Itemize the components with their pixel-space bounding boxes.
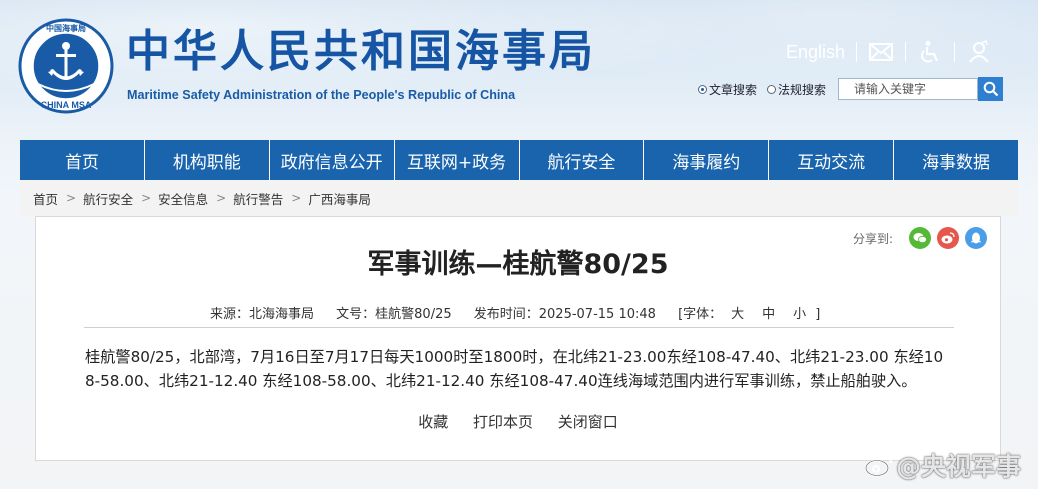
watermark-text: @央视军事: [896, 452, 1022, 481]
article-publish-time: 发布时间：2025-07-15 10:48: [473, 307, 656, 322]
breadcrumb-item[interactable]: 首页: [33, 189, 58, 208]
font-size-close: ]: [815, 307, 821, 322]
search-option-article-label: 文章搜索: [709, 82, 758, 97]
chevron-right-icon: >: [66, 191, 77, 205]
nav-item-gov-info[interactable]: 政府信息公开: [270, 140, 395, 180]
article-meta: 来源：北海海事局 文号：桂航警80/25 发布时间：2025-07-15 10:…: [210, 303, 820, 322]
chevron-right-icon: >: [216, 191, 227, 205]
article-container: 分享到: 军事训练—桂航警80/25 来源：北海海事局 文号：桂航警80/25 …: [35, 216, 1001, 461]
breadcrumb-item[interactable]: 安全信息: [158, 189, 208, 208]
search-option-law-label: 法规搜索: [778, 82, 827, 97]
chevron-right-icon: >: [141, 191, 152, 205]
watermark: @央视军事: [864, 446, 1021, 484]
site-subtitle: Maritime Safety Administration of the Pe…: [127, 88, 516, 102]
main-nav: 首页 机构职能 政府信息公开 互联网+政务 航行安全 海事履约 互动交流 海事数…: [20, 140, 1018, 180]
search-option-article[interactable]: 文章搜索: [698, 81, 757, 98]
weibo-watermark-icon: [865, 455, 892, 477]
breadcrumb-item[interactable]: 航行安全: [83, 189, 133, 208]
header-banner: CHINA MSA 中国海事局 中华人民共和国海事局 Maritime Safe…: [0, 0, 1038, 138]
article-doc-number: 文号：桂航警80/25: [336, 307, 452, 322]
search-option-law[interactable]: 法规搜索: [767, 81, 826, 98]
close-window-button[interactable]: 关闭窗口: [558, 413, 618, 431]
article-source: 来源：北海海事局: [210, 307, 315, 322]
tool-separator: [954, 42, 956, 62]
share-label: 分享到:: [852, 231, 893, 246]
search-bar: 文章搜索 法规搜索: [698, 77, 1004, 101]
nav-item-home[interactable]: 首页: [20, 140, 145, 180]
nav-item-functions[interactable]: 机构职能: [145, 140, 270, 180]
english-link[interactable]: English: [786, 42, 845, 63]
nav-item-data[interactable]: 海事数据: [894, 140, 1018, 180]
msa-logo[interactable]: CHINA MSA 中国海事局: [18, 18, 114, 114]
breadcrumb: 首页 > 航行安全 > 安全信息 > 航行警告 > 广西海事局: [20, 180, 1018, 216]
svg-text:中国海事局: 中国海事局: [46, 23, 86, 33]
mail-icon[interactable]: [868, 40, 894, 64]
top-tools: English: [786, 38, 992, 66]
accessibility-icon[interactable]: [917, 40, 943, 64]
nav-item-interaction[interactable]: 互动交流: [769, 140, 895, 180]
font-size-medium[interactable]: 中: [762, 307, 775, 322]
nav-item-internet-gov[interactable]: 互联网+政务: [395, 140, 520, 180]
search-button[interactable]: [978, 77, 1004, 101]
search-input[interactable]: [838, 78, 979, 100]
chevron-right-icon: >: [291, 191, 302, 205]
nav-item-nav-safety[interactable]: 航行安全: [520, 140, 645, 180]
article-body: 桂航警80/25，北部湾，7月16日至7月17日每天1000时至1800时，在北…: [85, 348, 944, 390]
breadcrumb-item[interactable]: 广西海事局: [308, 189, 371, 208]
font-size-label: [字体：: [678, 307, 723, 322]
breadcrumb-item[interactable]: 航行警告: [233, 189, 283, 208]
font-size-large[interactable]: 大: [731, 307, 744, 322]
font-size-switcher: [字体： 大 中 小]: [678, 307, 820, 322]
print-button[interactable]: 打印本页: [473, 413, 533, 431]
font-size-small[interactable]: 小: [793, 307, 806, 322]
radio-law[interactable]: [767, 84, 777, 94]
site-title[interactable]: 中华人民共和国海事局: [126, 24, 596, 80]
nav-item-compliance[interactable]: 海事履约: [644, 140, 770, 180]
user-icon[interactable]: [966, 39, 992, 64]
article-actions: 收藏 打印本页 关闭窗口: [36, 411, 1000, 432]
tool-separator: [905, 42, 907, 62]
radio-article[interactable]: [698, 84, 707, 94]
search-icon: [983, 81, 998, 97]
svg-text:CHINA MSA: CHINA MSA: [41, 100, 92, 110]
divider: [84, 327, 954, 328]
favorite-button[interactable]: 收藏: [418, 413, 448, 431]
article-title: 军事训练—桂航警80/25: [367, 249, 669, 280]
tool-separator: [856, 42, 858, 62]
